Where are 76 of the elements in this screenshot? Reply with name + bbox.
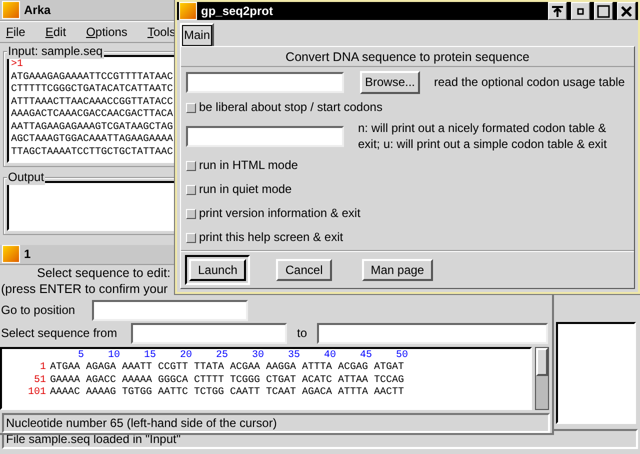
ruler-number: 50 (394, 350, 408, 362)
row-number: 101 (26, 387, 47, 400)
checkbox[interactable] (186, 208, 196, 219)
sequence-line: ATGAAAGAGAAAATTCCGTTTTATAAC (11, 72, 174, 84)
sequence-line: ATTTAAACTTAACAAACCGGTTATACC (11, 96, 174, 109)
scroll-thumb[interactable] (536, 348, 548, 376)
app-logo-icon (2, 245, 20, 264)
sequence-view[interactable] (0, 346, 532, 410)
frame-label: Output (7, 170, 46, 185)
ruler-number: 20 (178, 350, 192, 362)
sequence-line: AATTAGAAGAGAAAGTCGATAAGCTAG (11, 122, 174, 134)
checkbox[interactable] (186, 232, 196, 243)
row-number: 1 (38, 362, 47, 375)
sequence-row: GAAAA AGACC AAAAA GGGCA CTTTT TCGGG CTGAT ACATC ATTAA TCCAG (50, 374, 404, 386)
minimize-icon (577, 8, 584, 15)
checkbox-label: be liberal about stop / start codons (199, 100, 382, 115)
sequence-line: TTAGCTAAAATCCTTGCTGCTATTAAC (11, 146, 174, 160)
ruler-number: 45 (358, 350, 372, 362)
dialog-title: gp_seq2prot (201, 4, 274, 18)
range-end-field[interactable] (317, 322, 548, 344)
pin-button[interactable] (548, 2, 567, 20)
file-path-field[interactable] (186, 72, 344, 94)
dialog-button[interactable]: Man page (362, 258, 434, 281)
maximize-icon (597, 4, 610, 18)
checkbox-label: print this help screen & exit (199, 230, 344, 245)
tab[interactable]: Main (180, 23, 214, 46)
window-title: 1 (24, 247, 31, 262)
menu-item[interactable]: Options (86, 25, 128, 40)
menu-item[interactable]: Tools (147, 25, 176, 40)
checkbox[interactable] (186, 160, 196, 171)
dialog-button[interactable]: Cancel (276, 258, 332, 281)
prompt-text: Select sequence to edit: (36, 264, 170, 281)
field-label: to (297, 326, 308, 341)
sequence-line: CTTTTTCGGGCTGATACATCATTAATC (11, 84, 174, 97)
ruler-number: 25 (214, 350, 228, 362)
checkbox-label: run in quiet mode (199, 182, 292, 197)
field-label: Select sequence from (0, 326, 118, 341)
close-icon (621, 6, 632, 17)
checkbox-label: run in HTML mode (199, 158, 298, 173)
row-number: 51 (32, 374, 47, 387)
scrollbar[interactable] (535, 346, 549, 410)
option-description: n: will print out a nicely formated codon table & exit; u: will print out a simple codon table & exit (358, 121, 608, 152)
ruler-number: 40 (322, 350, 336, 362)
ruler-number: 30 (250, 350, 264, 362)
checkbox[interactable] (186, 102, 196, 113)
hint-text: (press ENTER to confirm your (0, 280, 168, 297)
browse-button[interactable]: Browse... (360, 71, 420, 94)
option-description: read the optional codon usage table (434, 75, 625, 90)
sequence-row: AAAAC AAAAG TGTGG AATTC TCTGG CAATT TCAAT AGACA ATTTA AACTT (50, 387, 404, 398)
app-logo-icon (2, 1, 20, 19)
checkbox-label: print version information & exit (199, 206, 360, 221)
dialog-heading: Convert DNA sequence to protein sequence (181, 46, 634, 67)
ruler-number: 15 (142, 350, 156, 362)
ruler-number: 35 (286, 350, 300, 362)
menu-item[interactable]: Edit (45, 25, 66, 40)
ruler-number: 5 (76, 350, 84, 362)
codon-table-field[interactable] (186, 126, 344, 148)
pin-icon (552, 6, 563, 17)
sequence-header: >1 (11, 59, 24, 72)
field-label: Go to position (0, 303, 76, 318)
app-logo-icon (179, 2, 197, 20)
dialog-button[interactable]: Launch (189, 258, 246, 281)
maximize-button[interactable] (594, 2, 613, 20)
close-button[interactable] (617, 2, 636, 20)
minimize-button[interactable] (571, 2, 590, 20)
window-title: Arka (24, 2, 51, 18)
frame-label: Input: sample.seq (7, 44, 104, 59)
menu-item[interactable]: File (6, 25, 26, 40)
ruler-number: 10 (106, 350, 120, 362)
range-start-field[interactable] (131, 322, 287, 344)
position-field[interactable] (92, 300, 248, 321)
sequence-line: AGCTAAAGTGGACAAATTAGAAGAAAA (11, 134, 174, 147)
status-text: Nucleotide number 65 (left-hand side of the cursor) (2, 412, 550, 433)
sequence-line: AAAGACTCAAACGACCAACGACTTACA (11, 109, 174, 122)
checkbox[interactable] (186, 184, 196, 195)
sequence-row: ATGAA AGAGA AAATT CCGTT TTATA ACGAA AAGGA ATTTA ACGAG ATGAT (50, 362, 404, 374)
